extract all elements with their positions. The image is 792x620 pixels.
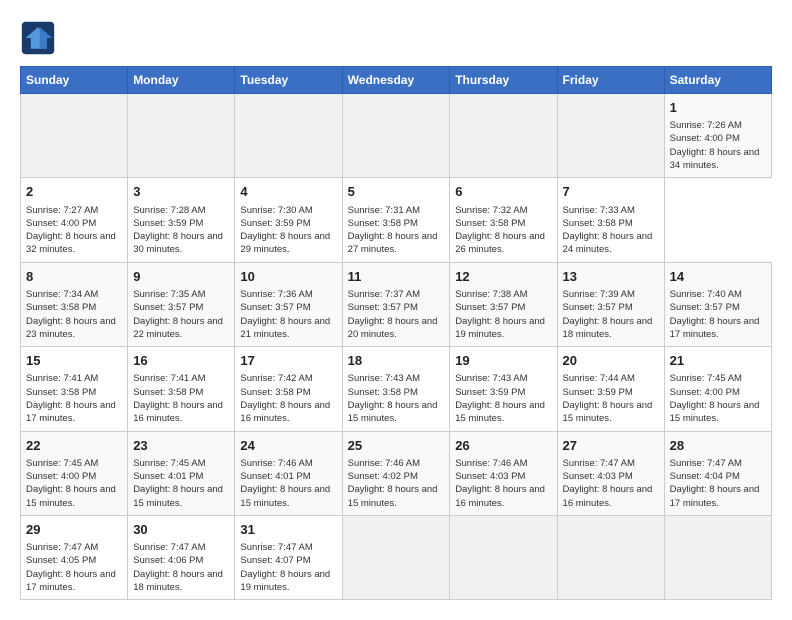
week-row-3: 8Sunrise: 7:34 AMSunset: 3:58 PMDaylight… <box>21 262 772 346</box>
calendar-cell: 6Sunrise: 7:32 AMSunset: 3:58 PMDaylight… <box>450 178 557 262</box>
day-number: 6 <box>455 183 551 201</box>
day-number: 16 <box>133 352 229 370</box>
week-row-1: 1Sunrise: 7:26 AMSunset: 4:00 PMDaylight… <box>21 94 772 178</box>
calendar-cell: 12Sunrise: 7:38 AMSunset: 3:57 PMDayligh… <box>450 262 557 346</box>
calendar-cell: 29Sunrise: 7:47 AMSunset: 4:05 PMDayligh… <box>21 515 128 599</box>
calendar-cell <box>21 94 128 178</box>
calendar-cell: 9Sunrise: 7:35 AMSunset: 3:57 PMDaylight… <box>128 262 235 346</box>
day-header-friday: Friday <box>557 67 664 94</box>
calendar-cell <box>557 94 664 178</box>
day-number: 14 <box>670 268 766 286</box>
day-header-monday: Monday <box>128 67 235 94</box>
day-number: 25 <box>348 437 445 455</box>
day-number: 10 <box>240 268 336 286</box>
day-number: 1 <box>670 99 766 117</box>
calendar-cell <box>128 94 235 178</box>
calendar-cell: 4Sunrise: 7:30 AMSunset: 3:59 PMDaylight… <box>235 178 342 262</box>
week-row-4: 15Sunrise: 7:41 AMSunset: 3:58 PMDayligh… <box>21 347 772 431</box>
day-number: 3 <box>133 183 229 201</box>
day-number: 23 <box>133 437 229 455</box>
day-number: 22 <box>26 437 122 455</box>
day-header-tuesday: Tuesday <box>235 67 342 94</box>
calendar-cell <box>450 94 557 178</box>
day-number: 24 <box>240 437 336 455</box>
day-number: 4 <box>240 183 336 201</box>
day-number: 13 <box>563 268 659 286</box>
calendar-cell: 27Sunrise: 7:47 AMSunset: 4:03 PMDayligh… <box>557 431 664 515</box>
calendar-cell: 20Sunrise: 7:44 AMSunset: 3:59 PMDayligh… <box>557 347 664 431</box>
day-number: 17 <box>240 352 336 370</box>
day-number: 20 <box>563 352 659 370</box>
calendar-cell: 13Sunrise: 7:39 AMSunset: 3:57 PMDayligh… <box>557 262 664 346</box>
calendar-cell: 30Sunrise: 7:47 AMSunset: 4:06 PMDayligh… <box>128 515 235 599</box>
calendar-cell: 18Sunrise: 7:43 AMSunset: 3:58 PMDayligh… <box>342 347 450 431</box>
week-row-6: 29Sunrise: 7:47 AMSunset: 4:05 PMDayligh… <box>21 515 772 599</box>
calendar-cell: 25Sunrise: 7:46 AMSunset: 4:02 PMDayligh… <box>342 431 450 515</box>
calendar-cell: 16Sunrise: 7:41 AMSunset: 3:58 PMDayligh… <box>128 347 235 431</box>
calendar-cell: 15Sunrise: 7:41 AMSunset: 3:58 PMDayligh… <box>21 347 128 431</box>
day-number: 2 <box>26 183 122 201</box>
calendar-cell: 17Sunrise: 7:42 AMSunset: 3:58 PMDayligh… <box>235 347 342 431</box>
calendar-cell: 2Sunrise: 7:27 AMSunset: 4:00 PMDaylight… <box>21 178 128 262</box>
day-number: 9 <box>133 268 229 286</box>
calendar-cell <box>664 515 771 599</box>
day-number: 8 <box>26 268 122 286</box>
day-number: 29 <box>26 521 122 539</box>
calendar-cell <box>235 94 342 178</box>
day-number: 26 <box>455 437 551 455</box>
day-header-saturday: Saturday <box>664 67 771 94</box>
page-header <box>20 20 772 56</box>
day-number: 15 <box>26 352 122 370</box>
day-number: 28 <box>670 437 766 455</box>
calendar-cell: 8Sunrise: 7:34 AMSunset: 3:58 PMDaylight… <box>21 262 128 346</box>
logo-icon <box>20 20 56 56</box>
day-header-sunday: Sunday <box>21 67 128 94</box>
calendar-cell: 1Sunrise: 7:26 AMSunset: 4:00 PMDaylight… <box>664 94 771 178</box>
day-number: 31 <box>240 521 336 539</box>
calendar-cell: 21Sunrise: 7:45 AMSunset: 4:00 PMDayligh… <box>664 347 771 431</box>
calendar-cell: 5Sunrise: 7:31 AMSunset: 3:58 PMDaylight… <box>342 178 450 262</box>
week-row-5: 22Sunrise: 7:45 AMSunset: 4:00 PMDayligh… <box>21 431 772 515</box>
day-number: 19 <box>455 352 551 370</box>
day-number: 11 <box>348 268 445 286</box>
day-number: 18 <box>348 352 445 370</box>
calendar-cell: 7Sunrise: 7:33 AMSunset: 3:58 PMDaylight… <box>557 178 664 262</box>
week-row-2: 2Sunrise: 7:27 AMSunset: 4:00 PMDaylight… <box>21 178 772 262</box>
calendar-cell: 26Sunrise: 7:46 AMSunset: 4:03 PMDayligh… <box>450 431 557 515</box>
calendar-cell <box>450 515 557 599</box>
calendar-cell: 3Sunrise: 7:28 AMSunset: 3:59 PMDaylight… <box>128 178 235 262</box>
day-number: 7 <box>563 183 659 201</box>
calendar-cell: 14Sunrise: 7:40 AMSunset: 3:57 PMDayligh… <box>664 262 771 346</box>
calendar-cell: 10Sunrise: 7:36 AMSunset: 3:57 PMDayligh… <box>235 262 342 346</box>
calendar-cell <box>557 515 664 599</box>
calendar-cell: 24Sunrise: 7:46 AMSunset: 4:01 PMDayligh… <box>235 431 342 515</box>
calendar-cell: 22Sunrise: 7:45 AMSunset: 4:00 PMDayligh… <box>21 431 128 515</box>
calendar-table: SundayMondayTuesdayWednesdayThursdayFrid… <box>20 66 772 600</box>
day-number: 5 <box>348 183 445 201</box>
calendar-cell <box>342 515 450 599</box>
calendar-cell: 31Sunrise: 7:47 AMSunset: 4:07 PMDayligh… <box>235 515 342 599</box>
day-header-thursday: Thursday <box>450 67 557 94</box>
calendar-cell <box>342 94 450 178</box>
day-number: 21 <box>670 352 766 370</box>
logo <box>20 20 60 56</box>
day-number: 30 <box>133 521 229 539</box>
day-header-wednesday: Wednesday <box>342 67 450 94</box>
day-number: 12 <box>455 268 551 286</box>
calendar-cell: 11Sunrise: 7:37 AMSunset: 3:57 PMDayligh… <box>342 262 450 346</box>
day-number: 27 <box>563 437 659 455</box>
calendar-cell: 23Sunrise: 7:45 AMSunset: 4:01 PMDayligh… <box>128 431 235 515</box>
calendar-cell: 19Sunrise: 7:43 AMSunset: 3:59 PMDayligh… <box>450 347 557 431</box>
calendar-cell: 28Sunrise: 7:47 AMSunset: 4:04 PMDayligh… <box>664 431 771 515</box>
